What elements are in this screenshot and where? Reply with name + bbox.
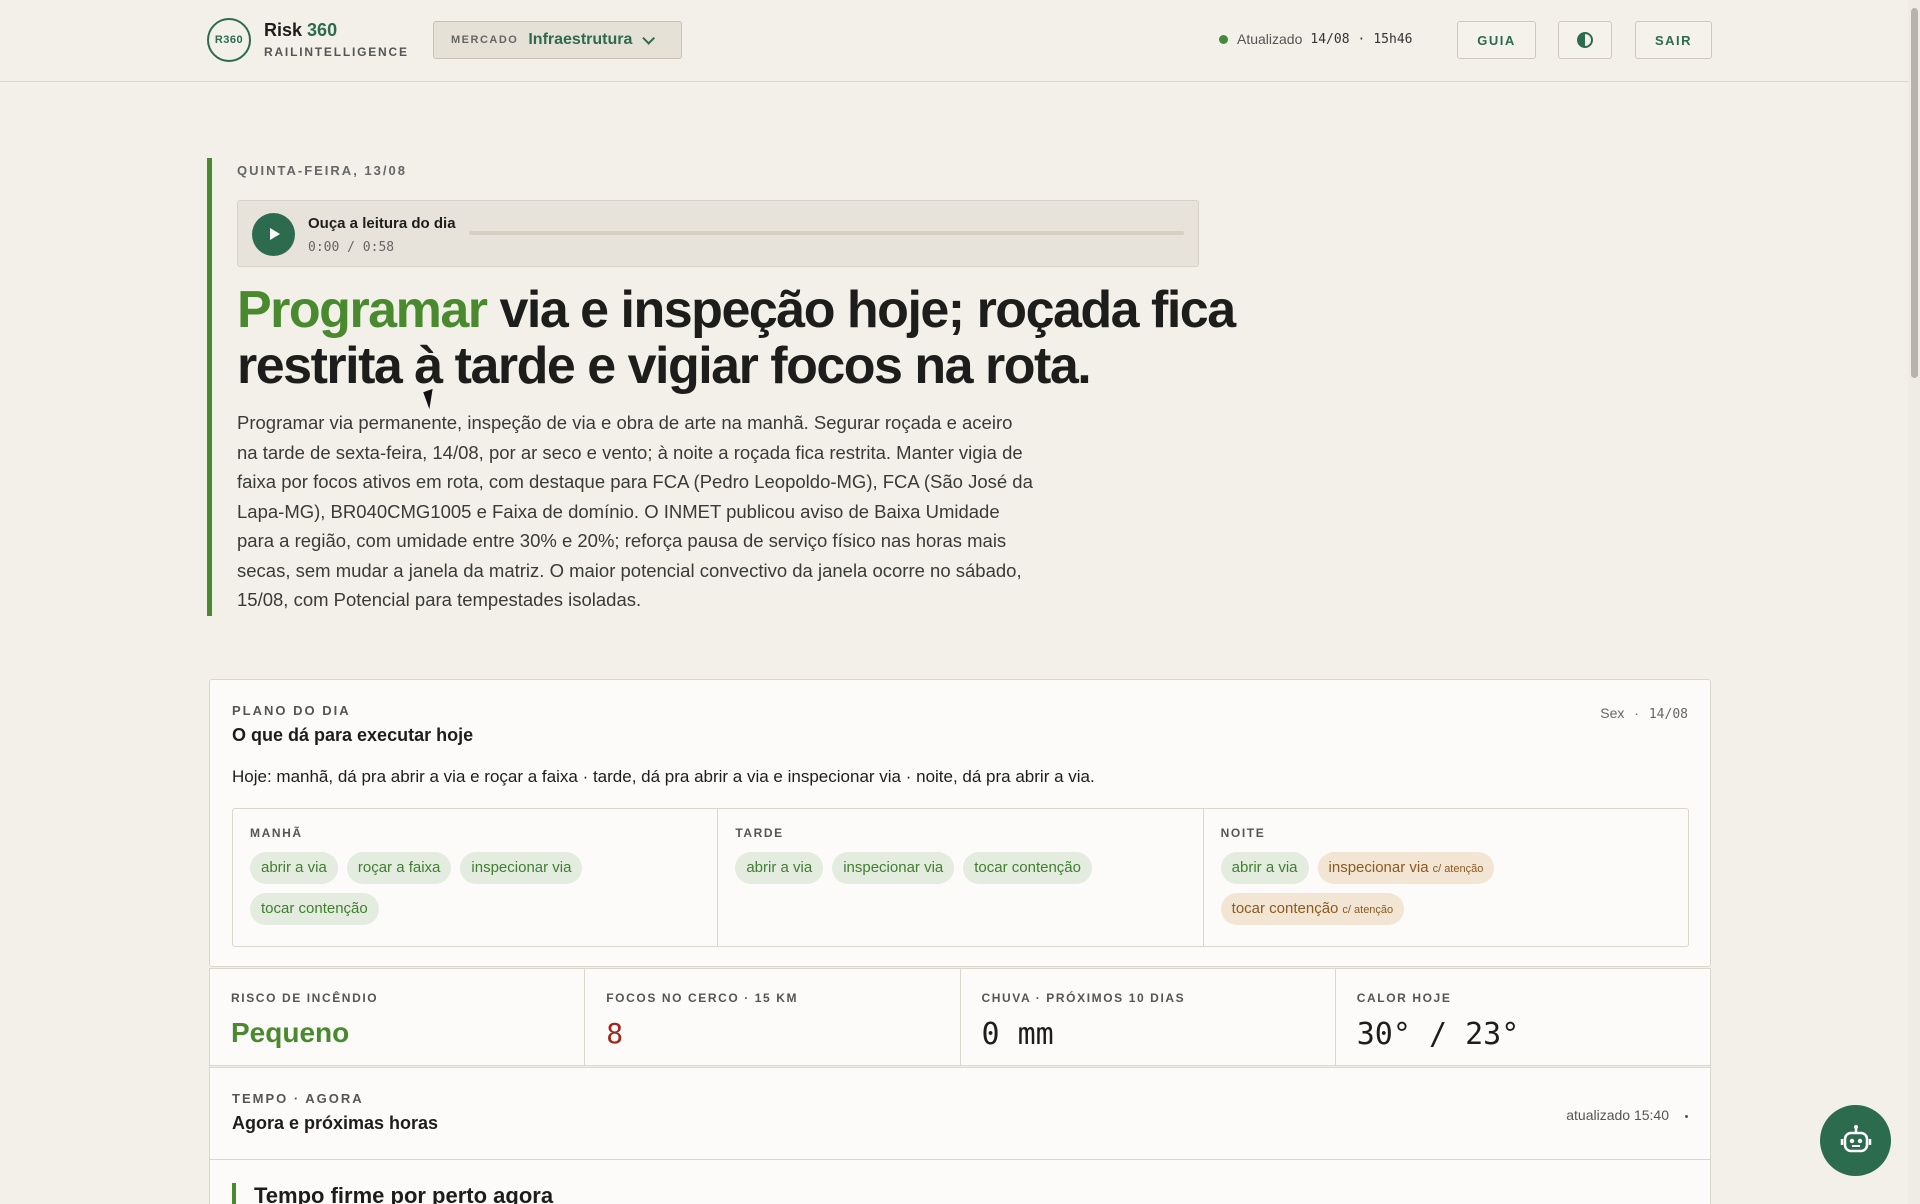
activity-tag[interactable]: tocar contenção	[963, 852, 1092, 884]
divider	[210, 1159, 1710, 1160]
market-value: Infraestrutura	[528, 31, 633, 48]
activity-tag[interactable]: abrir a via	[250, 852, 338, 884]
plan-day: Sex	[1600, 705, 1625, 721]
period-label: NOITE	[1220, 826, 1266, 840]
weather-title: Agora e próximas horas	[232, 1113, 439, 1133]
activity-tag-warning[interactable]: inspecionar via c/ atenção	[1317, 852, 1495, 884]
assistant-button[interactable]	[1820, 1105, 1891, 1176]
player-progress-track[interactable]	[469, 231, 1184, 235]
brand-subtitle: RAILINTELLIGENCE	[264, 45, 409, 59]
update-status: Atualizado 14/08 · 15h46	[1219, 31, 1413, 47]
metric-fire-spots: FOCOS NO CERCO · 15 KM 8	[585, 969, 961, 1065]
brand-number: 360	[307, 20, 338, 40]
robot-icon	[1840, 1124, 1871, 1152]
hero-accent-bar	[207, 158, 212, 616]
metric-label: CALOR HOJE	[1356, 991, 1452, 1005]
status-time: 15h46	[1373, 31, 1413, 47]
brand-word: Risk	[264, 20, 303, 40]
weather-updated-text: atualizado 15:40	[1566, 1107, 1669, 1123]
day-plan-card: PLANO DO DIA O que dá para executar hoje…	[209, 679, 1711, 967]
brand-name: Risk 360	[264, 20, 337, 41]
activity-tag[interactable]: abrir a via	[735, 852, 824, 884]
activity-tag[interactable]: roçar a faixa	[346, 852, 452, 884]
play-icon[interactable]	[252, 213, 295, 256]
metric-value: 30° / 23°	[1356, 1017, 1520, 1052]
plan-title: O que dá para executar hoje	[232, 725, 474, 745]
status-separator: ·	[1357, 31, 1366, 47]
metric-fire-risk: RISCO DE INCÊNDIO Pequeno	[210, 969, 586, 1065]
top-header: R360 Risk 360 RAILINTELLIGENCE MERCADO I…	[0, 0, 1920, 82]
guide-button[interactable]: GUIA	[1457, 21, 1536, 59]
metric-value: Pequeno	[231, 1017, 350, 1048]
headline-highlight: Programar	[237, 281, 488, 339]
activity-tag-warning[interactable]: tocar contenção c/ atenção	[1220, 893, 1405, 925]
theme-toggle-button[interactable]	[1558, 21, 1612, 59]
plan-overline: PLANO DO DIA	[232, 703, 351, 718]
status-label: Atualizado	[1237, 31, 1303, 47]
metric-value: 0 mm	[981, 1017, 1054, 1052]
plan-date-value: 14/08	[1648, 707, 1688, 722]
status-date: 14/08	[1310, 31, 1350, 47]
activity-tag[interactable]: inspecionar via	[460, 852, 583, 884]
activity-tag[interactable]: inspecionar via	[832, 852, 955, 884]
logo-badge[interactable]: R360	[207, 18, 251, 62]
period-night: NOITE abrir a via inspecionar via c/ aten…	[1204, 809, 1688, 946]
weather-overline: TEMPO · AGORA	[232, 1091, 364, 1106]
weather-accent-bar	[232, 1183, 236, 1204]
activity-tag[interactable]: tocar contenção	[250, 893, 379, 925]
player-time: 0:00 / 0:58	[308, 240, 395, 255]
metric-label: FOCOS NO CERCO · 15 KM	[606, 991, 799, 1005]
audio-player: Ouça a leitura do dia 0:00 / 0:58	[237, 200, 1199, 267]
plan-summary: Hoje: manhã, dá pra abrir a via e roçar …	[232, 767, 1095, 786]
chevron-down-icon	[642, 31, 656, 45]
metric-label: CHUVA · PRÓXIMOS 10 DIAS	[981, 991, 1186, 1005]
tag-note: c/ atenção	[1342, 904, 1394, 916]
contrast-icon	[1577, 32, 1593, 48]
weather-updated: atualizado 15:40	[1566, 1107, 1688, 1123]
hero-summary: Programar via permanente, inspeção de vi…	[237, 412, 1033, 610]
metrics-strip: RISCO DE INCÊNDIO Pequeno FOCOS NO CERCO…	[209, 968, 1711, 1066]
weather-card: TEMPO · AGORA Agora e próximas horas atu…	[209, 1067, 1711, 1204]
market-label: MERCADO	[451, 34, 519, 46]
hero-date: QUINTA-FEIRA, 13/08	[237, 163, 407, 178]
logout-button[interactable]: SAIR	[1635, 21, 1712, 59]
period-label: MANHÃ	[250, 826, 303, 840]
market-select[interactable]: MERCADO Infraestrutura	[433, 21, 682, 59]
weather-subtitle: Tempo firme por perto agora	[254, 1183, 554, 1204]
dot-icon	[1685, 1114, 1688, 1118]
scrollbar-thumb[interactable]	[1911, 8, 1918, 378]
period-label: TARDE	[735, 826, 784, 840]
tag-note: c/ atenção	[1432, 863, 1484, 875]
plan-date: Sex · 14/08	[1600, 705, 1688, 722]
period-morning: MANHÃ abrir a via roçar a faixa inspecio…	[233, 809, 719, 946]
metric-heat: CALOR HOJE 30° / 23°	[1336, 969, 1710, 1065]
plan-periods: MANHÃ abrir a via roçar a faixa inspecio…	[232, 808, 1689, 947]
metric-rain: CHUVA · PRÓXIMOS 10 DIAS 0 mm	[961, 969, 1336, 1065]
player-title: Ouça a leitura do dia	[308, 215, 456, 232]
tag-label: inspecionar via	[1328, 859, 1429, 876]
metric-value: 8	[606, 1017, 624, 1050]
activity-tag[interactable]: abrir a via	[1220, 852, 1309, 884]
metric-label: RISCO DE INCÊNDIO	[231, 991, 379, 1005]
page-scrollbar[interactable]	[1908, 0, 1920, 1204]
plan-date-sep: ·	[1634, 705, 1639, 721]
period-afternoon: TARDE abrir a via inspecionar via tocar …	[718, 809, 1204, 946]
tag-label: tocar contenção	[1231, 900, 1339, 917]
page-headline: Programar via e inspeção hoje; roçada fi…	[237, 282, 1237, 394]
status-dot-icon	[1219, 34, 1228, 44]
